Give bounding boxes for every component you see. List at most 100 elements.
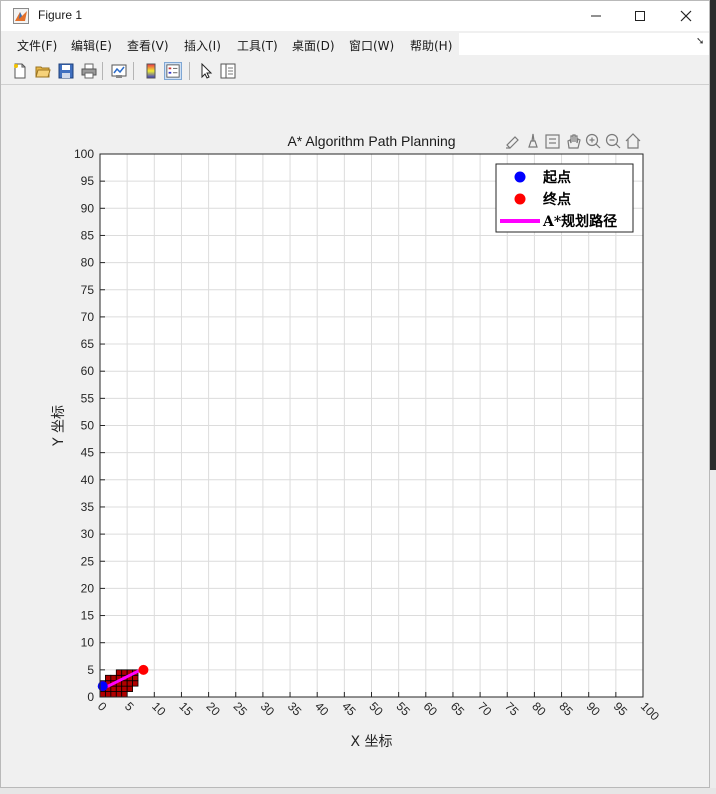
axes-toolbar [506, 133, 641, 149]
legend-icon[interactable] [164, 62, 182, 80]
matlab-app-icon [13, 8, 29, 24]
background-window-edge [710, 470, 716, 794]
figure-toolbar [1, 57, 709, 85]
y-tick-label: 5 [87, 663, 94, 677]
save-icon[interactable] [57, 62, 75, 80]
y-tick-label: 100 [74, 147, 94, 161]
close-button[interactable] [663, 1, 709, 31]
y-tick-label: 0 [87, 690, 94, 704]
y-tick-label: 70 [81, 310, 95, 324]
x-tick-label: 60 [421, 699, 441, 719]
x-tick-label: 40 [312, 699, 332, 719]
y-tick-label: 10 [81, 636, 95, 650]
y-tick-label: 25 [81, 554, 95, 568]
menu-tools[interactable]: 工具(T) [237, 37, 278, 54]
data-cursor-icon[interactable] [528, 133, 538, 148]
colorbar-icon[interactable] [142, 62, 160, 80]
menu-desktop[interactable]: 桌面(D) [292, 37, 335, 54]
obstacle-cell [132, 674, 139, 682]
title-bar: Figure 1 [1, 1, 709, 31]
y-tick-label: 35 [81, 500, 95, 514]
legend[interactable]: 起点终点 A*规划路径 [495, 163, 634, 233]
x-tick-label: 20 [203, 699, 223, 719]
chart-title: A* Algorithm Path Planning [287, 133, 455, 149]
menu-edit[interactable]: 编辑(E) [71, 37, 112, 54]
insert-legend-icon[interactable] [545, 134, 560, 149]
y-tick-label: 60 [81, 364, 95, 378]
obstacle-cell [105, 674, 112, 682]
link-plot-icon[interactable] [110, 62, 128, 80]
x-tick-label: 50 [366, 699, 386, 719]
menu-bar-spacer [459, 33, 709, 55]
x-tick-label: 0 [95, 699, 110, 714]
x-tick-label: 15 [176, 699, 196, 719]
y-tick-label: 40 [81, 473, 95, 487]
x-tick-label: 25 [231, 699, 251, 719]
minimize-icon [591, 15, 601, 17]
obstacle-cell [126, 680, 133, 687]
x-tick-label: 65 [448, 699, 468, 719]
menu-bar: 文件(F) 编辑(E) 查看(V) 插入(I) 工具(T) 桌面(D) 窗口(W… [1, 31, 709, 57]
obstacle-cell [121, 691, 128, 698]
y-tick-label: 65 [81, 337, 95, 351]
goal-point-marker [138, 664, 149, 675]
obstacle-cell [121, 669, 128, 676]
obstacle-cell [110, 674, 117, 682]
toolbar-separator [102, 62, 103, 80]
y-tick-label: 55 [81, 391, 95, 405]
obstacle-cell [99, 691, 106, 698]
y-tick-label: 75 [81, 283, 95, 297]
y-tick-label: 50 [81, 419, 95, 433]
menu-help[interactable]: 帮助(H) [410, 37, 452, 54]
pan-icon[interactable] [567, 134, 581, 149]
edit-plot-icon[interactable] [197, 62, 215, 80]
toolbar-separator [189, 62, 190, 80]
property-inspector-icon[interactable] [219, 62, 237, 80]
background-window-edge [0, 788, 716, 794]
x-tick-label: 90 [584, 699, 604, 719]
menu-file[interactable]: 文件(F) [17, 37, 57, 54]
maximize-icon [635, 11, 645, 21]
open-file-icon[interactable] [34, 62, 52, 80]
new-figure-icon[interactable] [11, 62, 29, 80]
zoom-out-icon[interactable] [605, 133, 621, 149]
x-tick-label: 80 [529, 699, 549, 719]
x-tick-label: 45 [339, 699, 359, 719]
print-icon[interactable] [80, 62, 98, 80]
obstacle-cell [105, 691, 112, 698]
minimize-button[interactable] [573, 1, 619, 31]
y-tick-label: 85 [81, 228, 95, 242]
y-tick-label: 15 [81, 609, 95, 623]
obstacle-cell [126, 685, 133, 692]
x-tick-label: 30 [258, 699, 278, 719]
obstacle-cell [115, 691, 123, 698]
y-tick-label: 30 [81, 527, 95, 541]
obstacle-cell [121, 680, 128, 687]
legend-label: 起点 [542, 169, 571, 186]
obstacle-cell [110, 691, 117, 698]
axes-plot[interactable]: 0 5 10 15 20 25 30 35 40 45 50 55 60 65 70 75 80 85 90 95 10… [9, 86, 709, 786]
obstacle-cell [110, 685, 117, 692]
legend-label: 终点 [543, 191, 571, 208]
menu-view[interactable]: 查看(V) [127, 37, 169, 54]
grid-lines [99, 153, 644, 698]
x-tick-label: 55 [394, 699, 414, 719]
menu-insert[interactable]: 插入(I) [184, 37, 221, 54]
menu-window[interactable]: 窗口(W) [349, 37, 394, 54]
x-tick-label: 100 [638, 699, 662, 723]
home-icon[interactable] [625, 133, 641, 149]
window-title: Figure 1 [38, 8, 83, 22]
menu-overflow-icon[interactable]: ➘ [696, 36, 704, 47]
legend-marker [514, 193, 526, 205]
zoom-in-icon[interactable] [585, 133, 601, 149]
obstacle-cell [121, 685, 128, 692]
x-tick-label: 75 [502, 699, 522, 719]
brush-icon[interactable] [506, 136, 519, 149]
y-axis-label: Y 坐标 [51, 405, 67, 447]
y-tick-label: 80 [81, 256, 95, 270]
y-tick-label: 90 [81, 201, 95, 215]
y-tick-label: 95 [81, 174, 95, 188]
maximize-button[interactable] [617, 1, 663, 31]
y-tick-label: 45 [81, 446, 95, 460]
toolbar-separator [133, 62, 134, 80]
